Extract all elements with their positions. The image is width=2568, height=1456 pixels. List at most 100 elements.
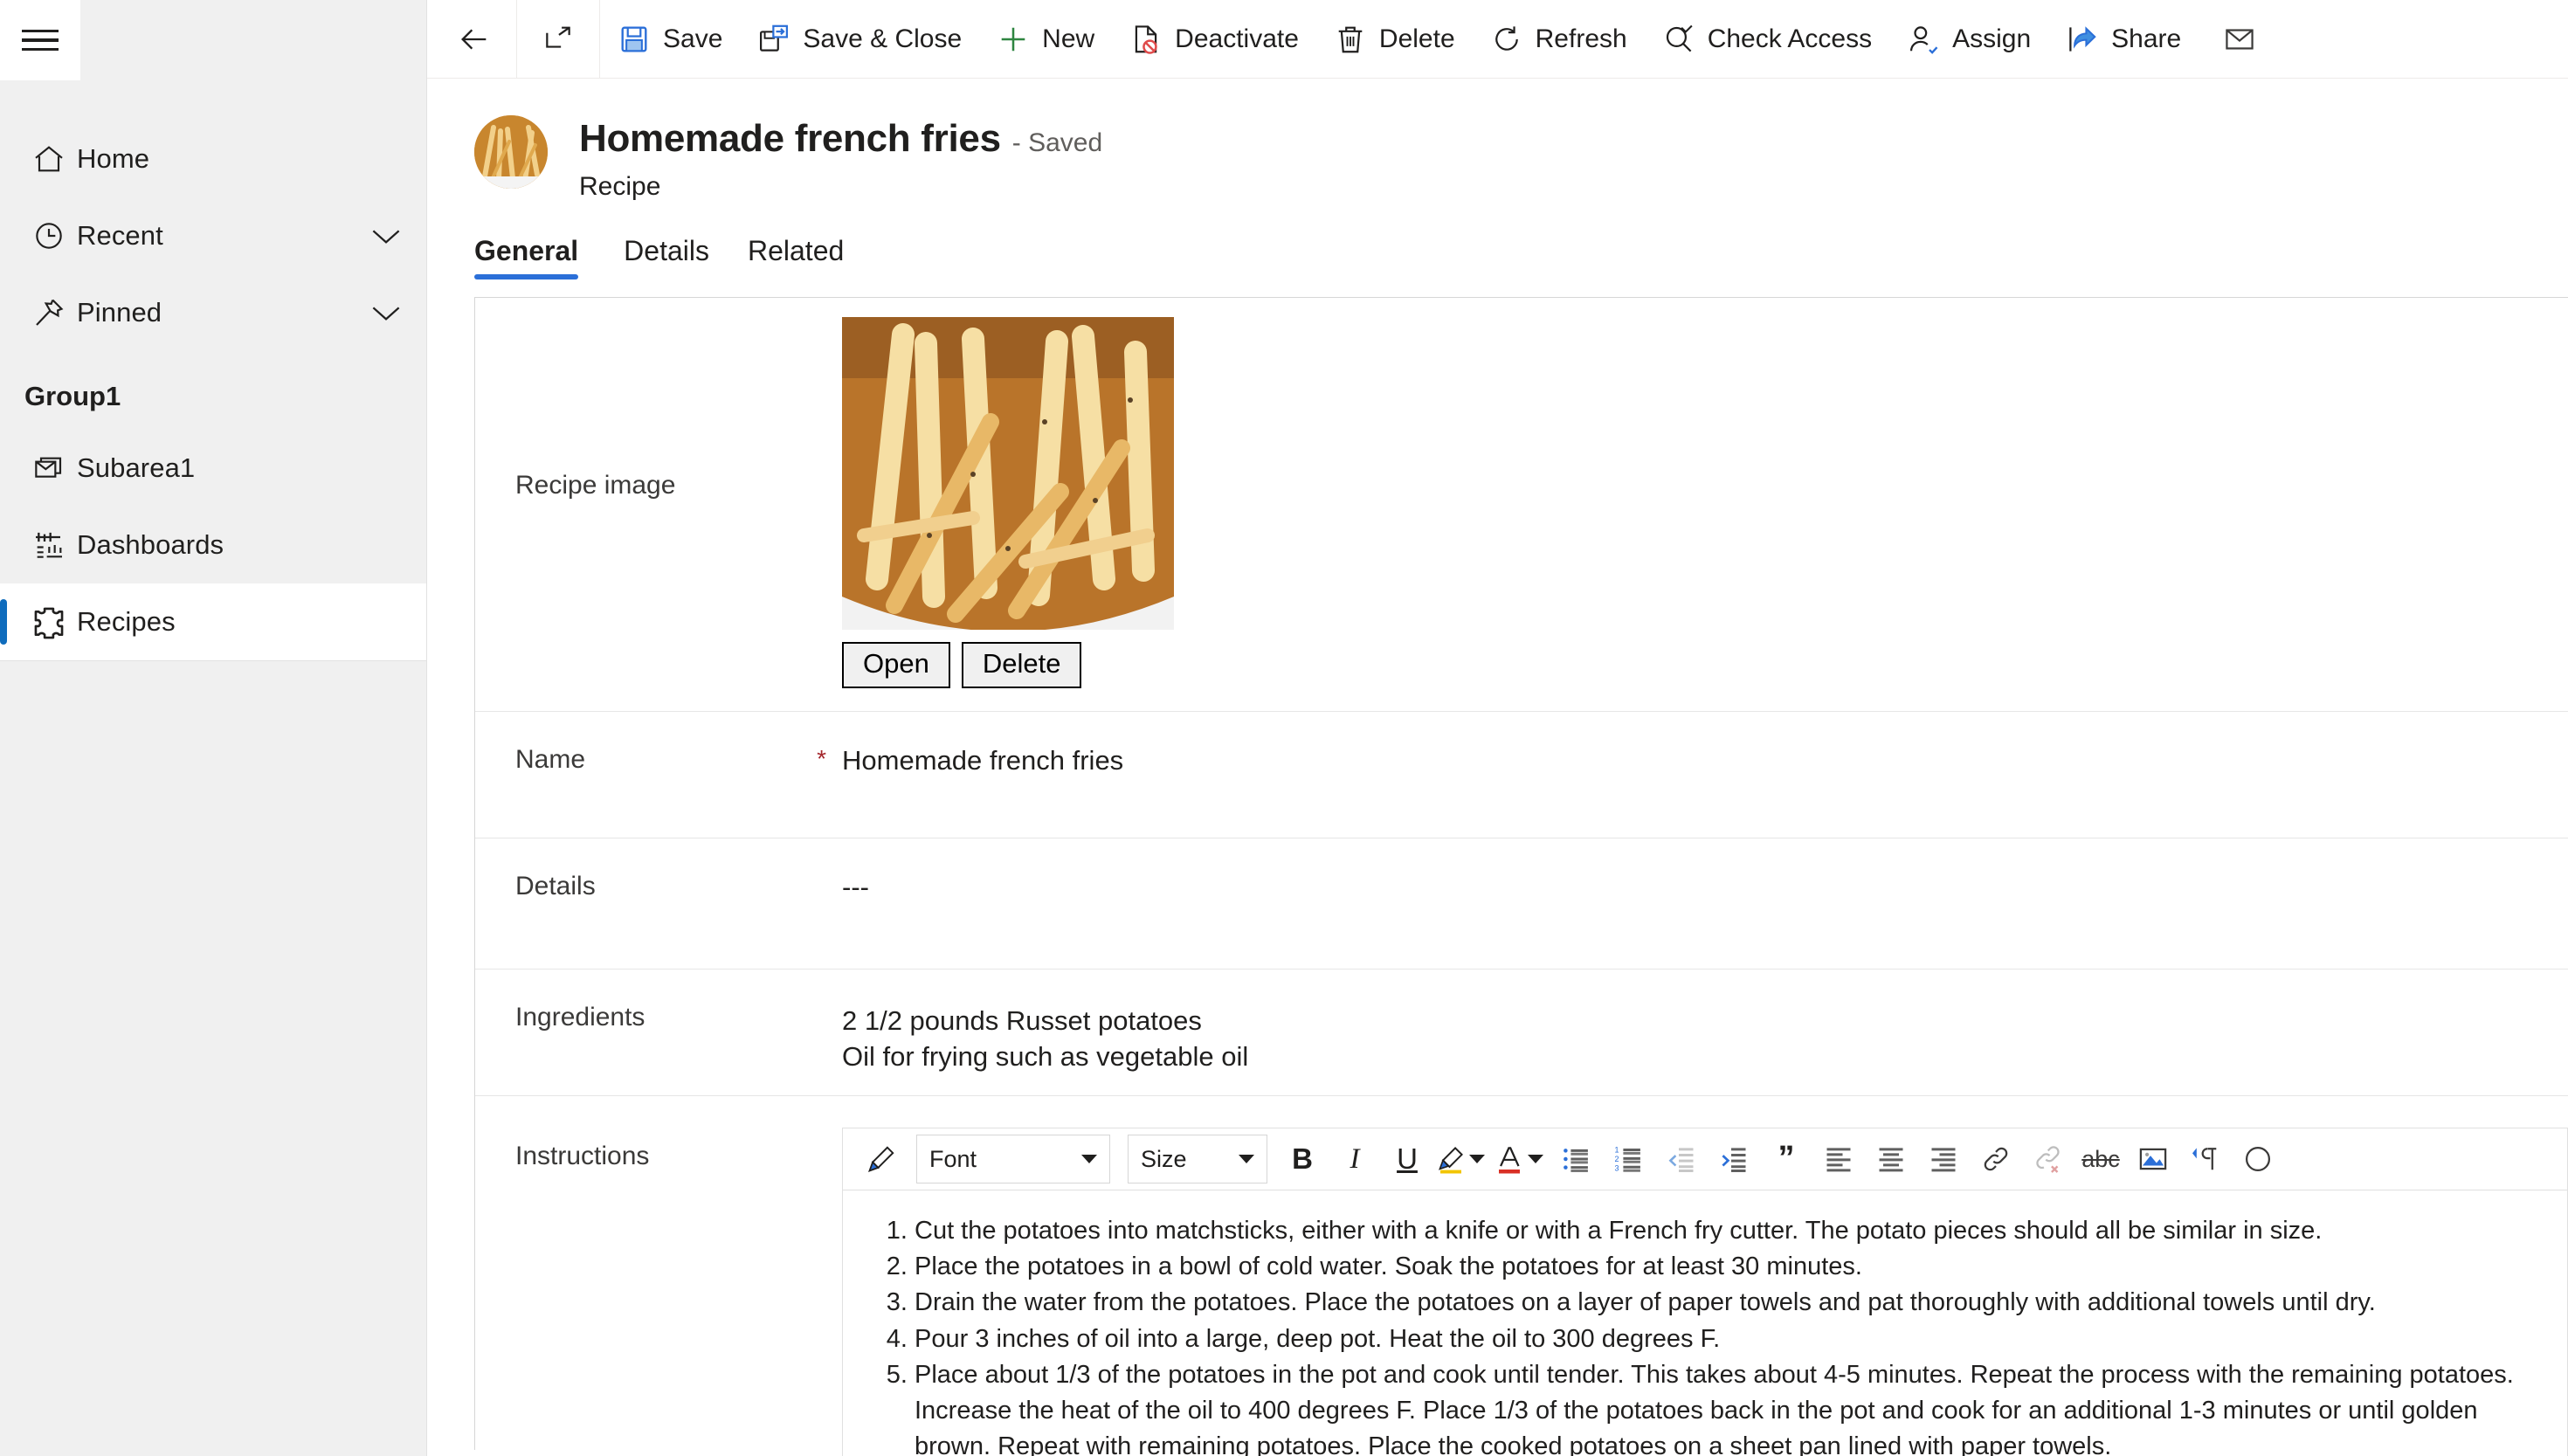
details-input[interactable]: --- [842,872,2568,903]
save-and-close-button[interactable]: Save & Close [740,0,979,78]
chevron-down-icon[interactable] [369,224,404,247]
chevron-down-icon [1081,1155,1097,1163]
numbered-list-button[interactable]: 123 [1605,1135,1653,1183]
save-label: Save [663,24,723,53]
chevron-down-icon[interactable] [369,301,404,324]
insert-link-button[interactable] [1971,1135,2020,1183]
check-access-icon [1662,23,1695,56]
recipe-image-value: Open Delete [842,317,2568,688]
popout-button[interactable] [517,0,599,78]
deactivate-button[interactable]: Deactivate [1112,0,1316,78]
align-center-button[interactable] [1867,1135,1916,1183]
bulleted-list-button[interactable] [1552,1135,1601,1183]
underline-button[interactable]: U [1383,1135,1432,1183]
highlight-color-icon [1435,1143,1467,1175]
tab-general[interactable]: General [474,235,597,279]
french-fries-photo [842,317,1174,630]
insert-image-button[interactable] [2129,1135,2178,1183]
text-direction-button[interactable] [2181,1135,2230,1183]
sidebar-item-label: Pinned [77,297,162,328]
deactivate-label: Deactivate [1175,24,1299,53]
font-color-button[interactable] [1494,1143,1549,1175]
delete-image-button[interactable]: Delete [961,642,1082,688]
field-row-ingredients: Ingredients 2 1/2 pounds Russet potatoes… [475,969,2568,1095]
folder-icon [21,451,77,486]
size-select-label: Size [1141,1145,1187,1172]
sidebar-item-dashboards[interactable]: Dashboards [0,507,426,583]
instructions-label: Instructions [515,1142,650,1170]
french-fries-thumbnail [474,115,548,189]
instruction-step: Cut the potatoes into matchsticks, eithe… [915,1213,2541,1249]
sidebar-item-pinned[interactable]: Pinned [0,274,426,351]
sidebar-item-recipes[interactable]: Recipes [0,583,426,660]
assign-person-icon [1907,23,1940,56]
pin-icon [21,295,77,330]
back-button[interactable] [432,0,516,78]
delete-button[interactable]: Delete [1316,0,1473,78]
highlight-color-button[interactable] [1435,1143,1490,1175]
sidebar-item-home[interactable]: Home [0,121,426,197]
open-image-button[interactable]: Open [842,642,950,688]
save-button[interactable]: Save [600,0,740,78]
tab-related[interactable]: Related [728,235,863,279]
form-tabs: General Details Related [427,202,2568,279]
instructions-list: Cut the potatoes into matchsticks, eithe… [878,1213,2541,1456]
sidebar-item-label: Subarea1 [77,452,196,483]
record-thumbnail [474,115,548,189]
instruction-step: Place about 1/3 of the potatoes in the p… [915,1357,2541,1456]
sidebar-divider [0,660,426,661]
strikethrough-button[interactable]: abc [2076,1135,2125,1183]
increase-indent-button[interactable] [1709,1135,1758,1183]
refresh-icon [1490,23,1523,56]
instructions-editor-body[interactable]: Cut the potatoes into matchsticks, eithe… [842,1190,2568,1456]
assign-button[interactable]: Assign [1889,0,2048,78]
ingredients-input[interactable]: 2 1/2 pounds Russet potatoes Oil for fry… [842,1003,2568,1074]
share-label: Share [2111,24,2182,53]
format-painter-icon[interactable] [857,1135,906,1183]
bold-button[interactable]: B [1278,1135,1327,1183]
align-right-button[interactable] [1919,1135,1968,1183]
save-and-close-label: Save & Close [803,24,963,53]
name-input[interactable]: Homemade french fries [842,745,2568,776]
email-link-button[interactable] [2199,0,2281,78]
instruction-step: Place the potatoes in a bowl of cold wat… [915,1249,2541,1285]
field-row-details: Details --- [475,838,2568,969]
rte-toolbar: Font Size B I U 1 2 3 ” abc [842,1128,2568,1190]
align-left-button[interactable] [1814,1135,1863,1183]
sidebar-item-subarea1[interactable]: Subarea1 [0,430,426,507]
record-entity-name: Recipe [579,172,661,201]
field-row-name: Name * Homemade french fries [475,711,2568,838]
save-status: - Saved [1011,128,1103,157]
blockquote-button[interactable]: ” [1762,1135,1811,1183]
svg-text:2: 2 [1615,1155,1619,1163]
form-section-general: Recipe image Open Delete Name * Homemade… [474,297,2568,1456]
ingredients-label: Ingredients [515,1003,645,1032]
share-button[interactable]: Share [2048,0,2199,78]
dashboard-icon [21,528,77,562]
field-row-recipe-image: Recipe image Open Delete [475,298,2568,711]
check-access-label: Check Access [1707,24,1873,53]
font-size-select[interactable]: Size [1128,1135,1267,1183]
sidebar-nav-list: Home Recent Pinned Group1 Subarea1 Dashb… [0,121,426,661]
more-commands-icon[interactable] [2233,1135,2282,1183]
new-button[interactable]: New [979,0,1112,78]
tab-details[interactable]: Details [604,235,728,279]
chevron-down-icon [1528,1155,1543,1163]
check-access-button[interactable]: Check Access [1645,0,1889,78]
details-label: Details [515,872,596,901]
chevron-down-icon [1239,1155,1254,1163]
sitemap-toggle-button[interactable] [0,0,80,80]
remove-link-button[interactable] [2024,1135,2073,1183]
instruction-step: Drain the water from the potatoes. Place… [915,1285,2541,1321]
refresh-label: Refresh [1535,24,1627,53]
plus-icon [997,23,1030,56]
record-header: Homemade french fries - Saved Recipe [427,79,2568,202]
sidebar: Home Recent Pinned Group1 Subarea1 Dashb… [0,0,427,1456]
popout-icon [542,23,575,56]
sidebar-item-recent[interactable]: Recent [0,197,426,274]
italic-button[interactable]: I [1330,1135,1379,1183]
home-icon [21,141,77,176]
font-family-select[interactable]: Font [916,1135,1110,1183]
refresh-button[interactable]: Refresh [1473,0,1645,78]
decrease-indent-button[interactable] [1657,1135,1706,1183]
